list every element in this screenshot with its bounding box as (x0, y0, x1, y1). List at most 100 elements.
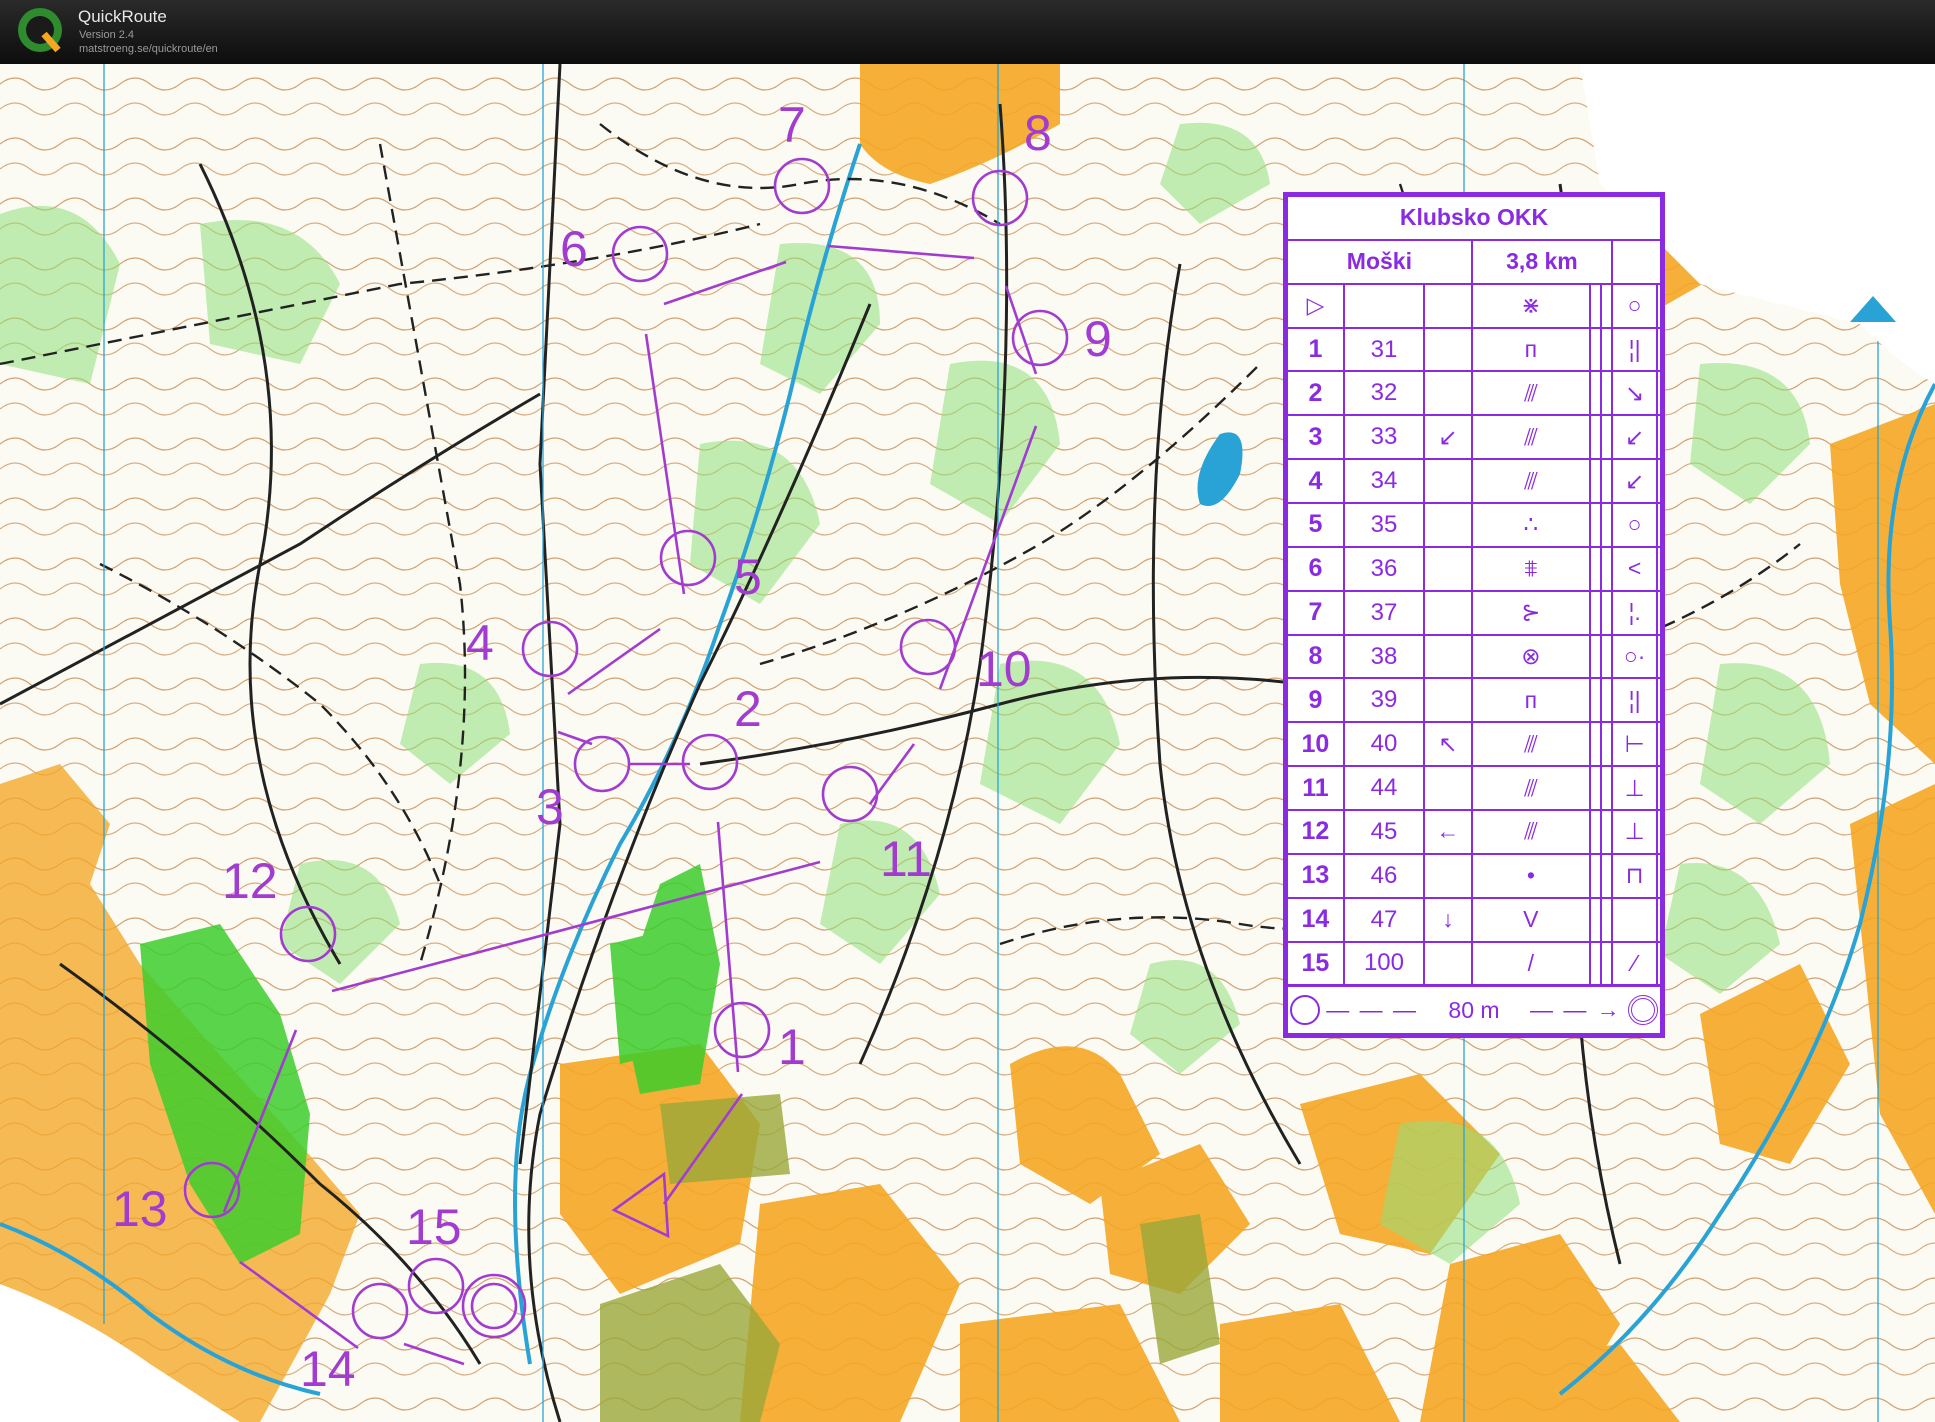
description-row: 9 39 ᴨ ¦| (1286, 677, 1662, 724)
other-cell (1656, 370, 1662, 417)
position-icon: ↙ (1611, 458, 1659, 505)
feature-icon: / (1470, 940, 1591, 987)
direction-icon: ← (1423, 809, 1473, 855)
control-sequence: 3 (1286, 414, 1345, 461)
control-sequence: 12 (1286, 809, 1345, 855)
description-row: 13 46 • ⊓ (1286, 852, 1662, 899)
control-code: 34 (1342, 458, 1426, 505)
control-code: 44 (1342, 765, 1426, 812)
feature-icon: ⩨ (1470, 545, 1591, 592)
direction-icon (1423, 458, 1473, 505)
direction-icon: ↓ (1423, 896, 1473, 943)
control-code: 45 (1342, 809, 1426, 855)
position-icon: ↙ (1611, 414, 1659, 461)
feature-icon: ⫻ (1470, 414, 1591, 461)
position-icon: ○· (1611, 633, 1659, 680)
dimension-cell (1600, 458, 1614, 505)
position-icon: ¦| (1611, 677, 1659, 724)
position-icon: ⁄ (1611, 940, 1659, 987)
dimension-cell (1600, 502, 1614, 548)
appearance-cell (1588, 414, 1603, 461)
control-number-8: 8 (1024, 105, 1052, 161)
control-number-15: 15 (406, 1199, 462, 1255)
control-sequence: 14 (1286, 896, 1345, 943)
description-row: 10 40 ↖ ⫻ ⊢ (1286, 721, 1662, 768)
dimension-cell (1600, 852, 1614, 899)
quickroute-logo-icon (18, 8, 62, 53)
feature-icon: ⫻ (1470, 721, 1591, 768)
feature-icon: ᴨ (1470, 677, 1591, 724)
position-icon: < (1611, 545, 1659, 592)
finish-circle-icon (1628, 995, 1659, 1026)
dimension-cell (1600, 677, 1614, 724)
feature-icon: ᴨ (1470, 326, 1591, 373)
other-cell (1656, 809, 1662, 855)
other-cell (1656, 502, 1662, 548)
position-icon: ¦| (1611, 326, 1659, 373)
appearance-cell (1588, 545, 1603, 592)
control-code: 46 (1342, 852, 1426, 899)
app-name: QuickRoute (78, 7, 167, 26)
control-number-12: 12 (222, 853, 278, 909)
description-row: 1 31 ᴨ ¦| (1286, 326, 1662, 373)
direction-icon (1423, 765, 1473, 812)
control-sequence: 15 (1286, 940, 1345, 987)
other-cell (1656, 589, 1662, 636)
control-sequence: 1 (1286, 326, 1345, 373)
control-number-2: 2 (734, 681, 762, 737)
control-number-9: 9 (1084, 311, 1112, 367)
other-cell (1656, 896, 1662, 943)
description-row: 4 34 ⫻ ↙ (1286, 458, 1662, 505)
other-cell (1656, 721, 1662, 768)
direction-icon (1423, 545, 1473, 592)
direction-icon (1423, 326, 1473, 373)
finish-row: — — — 80 m — — → (1286, 984, 1662, 1036)
feature-icon: ⫻ (1470, 809, 1591, 855)
header-blank (1611, 238, 1662, 285)
description-row: 6 36 ⩨ < (1286, 545, 1662, 592)
finish-distance: 80 m (1448, 996, 1500, 1023)
description-row: 7 37 ⊱ ¦. (1286, 589, 1662, 636)
position-icon: ↘ (1611, 370, 1659, 417)
control-description-sheet: Klubsko OKK Moški 3,8 km ▷ ⋇ ○ 1 31 ᴨ ¦| 2 32… (1283, 192, 1665, 1038)
control-code: 32 (1342, 370, 1426, 417)
description-row: 11 44 ⫻ ⊥ (1286, 765, 1662, 812)
control-code: 40 (1342, 721, 1426, 768)
position-icon: ¦. (1611, 589, 1659, 636)
control-sequence: 4 (1286, 458, 1345, 505)
dimension-cell (1600, 896, 1614, 943)
position-icon: ⊢ (1611, 721, 1659, 768)
dimension-cell (1600, 940, 1614, 987)
appearance-cell (1588, 809, 1603, 855)
dimension-cell (1600, 765, 1614, 812)
other-cell (1656, 852, 1662, 899)
control-code: 37 (1342, 589, 1426, 636)
description-row: 12 45 ← ⫻ ⊥ (1286, 809, 1662, 855)
control-number-4: 4 (466, 615, 494, 671)
control-number-11: 11 (880, 831, 932, 887)
start-detail-icon: ○ (1611, 282, 1659, 329)
direction-icon (1423, 502, 1473, 548)
other-cell (1656, 677, 1662, 724)
feature-icon: ⊱ (1470, 589, 1591, 636)
control-number-13: 13 (112, 1181, 168, 1237)
position-icon: ○ (1611, 502, 1659, 548)
description-row: 15 100 / ⁄ (1286, 940, 1662, 987)
dimension-cell (1600, 589, 1614, 636)
control-number-5: 5 (734, 549, 762, 605)
dimension-cell (1600, 633, 1614, 680)
direction-icon: ↖ (1423, 721, 1473, 768)
description-row: 3 33 ↙ ⫻ ↙ (1286, 414, 1662, 461)
control-number-7: 7 (778, 97, 806, 153)
control-code: 36 (1342, 545, 1426, 592)
direction-icon: ↙ (1423, 414, 1473, 461)
description-row: 5 35 ∴ ○ (1286, 502, 1662, 548)
control-sequence: 10 (1286, 721, 1345, 768)
class-name: Moški (1286, 238, 1473, 285)
control-sequence: 7 (1286, 589, 1345, 636)
control-code: 33 (1342, 414, 1426, 461)
direction-icon (1423, 852, 1473, 899)
other-cell (1656, 414, 1662, 461)
description-rows: 1 31 ᴨ ¦| 2 32 ⫻ ↘ 3 33 ↙ ⫻ ↙ 4 34 ⫻ ↙ 5 35 ∴ ○ 6 36 ⩨ <7 37 ⊱ ¦. 8 3… (1286, 326, 1662, 987)
control-sequence: 11 (1286, 765, 1345, 812)
